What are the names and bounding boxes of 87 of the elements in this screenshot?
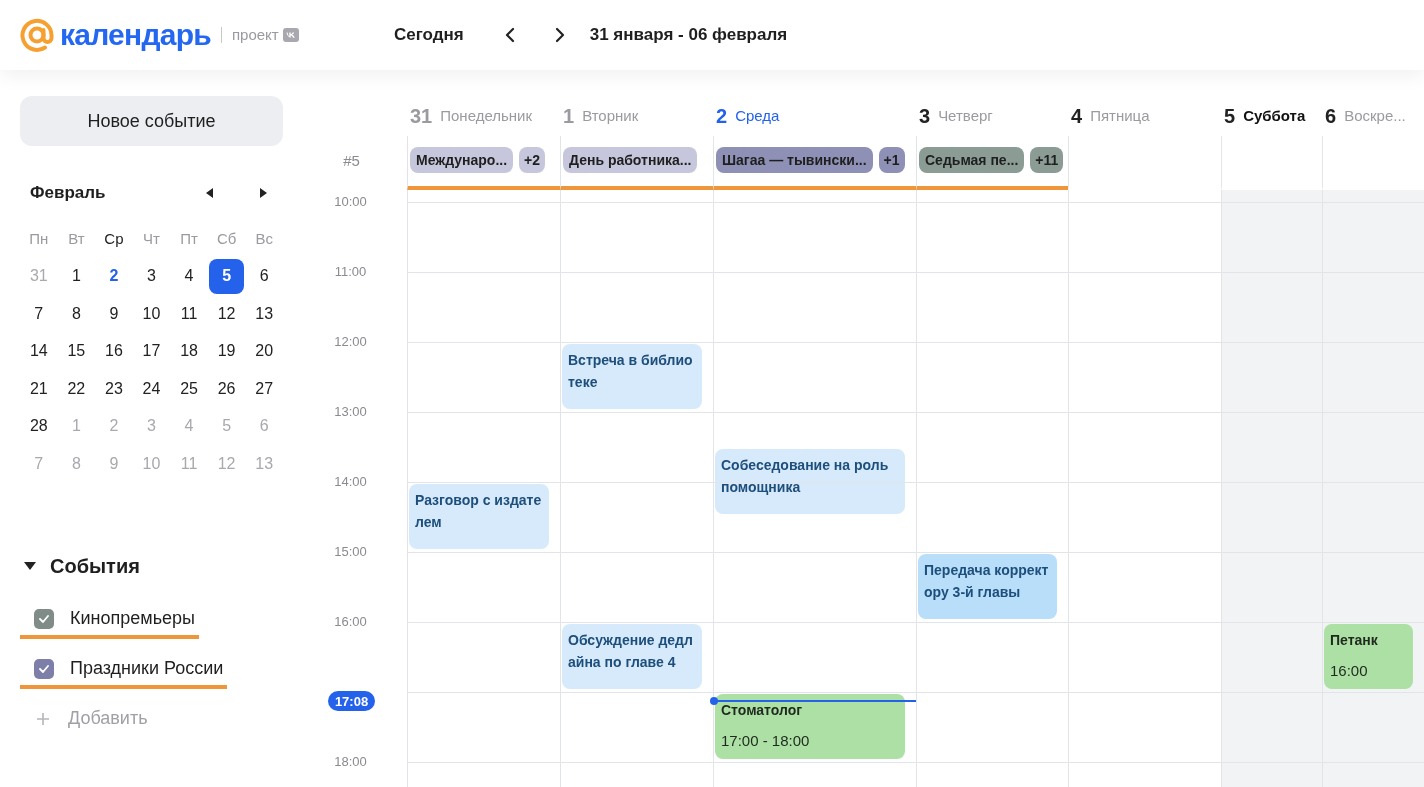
event-card[interactable]: Передача корректору 3-й главы — [918, 554, 1057, 619]
weekday-label: Вс — [254, 228, 274, 249]
hour-label: 11:00 — [333, 264, 368, 280]
date-cell[interactable]: 17 — [134, 333, 169, 369]
new-event-button[interactable]: Новое событие — [20, 96, 283, 146]
more-events-button[interactable]: +11 — [1030, 147, 1064, 173]
hour-label: 13:00 — [333, 404, 368, 420]
hour-label: 15:00 — [333, 544, 368, 560]
date-cell[interactable]: 21 — [21, 371, 57, 407]
event-card[interactable]: Встреча в библиотеке — [562, 344, 702, 409]
today-button[interactable]: Сегодня — [394, 22, 464, 48]
date-cell[interactable]: 16 — [96, 333, 132, 369]
date-cell[interactable]: 5 — [209, 258, 245, 294]
all-day-event[interactable]: Седьмая пе... — [919, 147, 1025, 173]
weekday-label: Пн — [28, 228, 50, 249]
hour-label: 14:00 — [333, 474, 368, 490]
triangle-left-icon — [206, 188, 214, 198]
date-cell[interactable]: 3 — [134, 258, 169, 294]
checkbox[interactable] — [34, 608, 54, 629]
weekday-label: Сб — [215, 228, 238, 249]
hour-label: 18:00 — [333, 754, 368, 770]
date-range: 31 января - 06 февраля — [589, 24, 788, 47]
section-title: События — [50, 553, 140, 579]
date-cell[interactable]: 24 — [134, 371, 169, 407]
check-icon — [39, 614, 49, 623]
day-name[interactable]: Среда — [735, 104, 780, 128]
calendar-item[interactable]: Праздники России — [20, 652, 228, 689]
date-cell[interactable]: 11 — [171, 296, 207, 332]
date-cell[interactable]: 26 — [209, 371, 245, 407]
calendar-item[interactable]: Кинопремьеры — [20, 602, 199, 639]
at-sign-logo-icon — [20, 18, 54, 52]
checkbox[interactable] — [34, 658, 54, 679]
day-number[interactable]: 3 — [919, 101, 931, 131]
vk-badge-icon — [282, 28, 299, 42]
event-card[interactable]: Обсуждение дедлайна по главе 4 — [562, 624, 702, 689]
all-day-event[interactable]: Шагаа — тывински... — [716, 147, 873, 173]
date-cell[interactable]: 10 — [134, 296, 169, 332]
hour-label: 16:00 — [333, 614, 368, 630]
weekday-label: Чт — [142, 228, 161, 249]
date-cell[interactable]: 13 — [246, 296, 282, 332]
date-cell[interactable]: 15 — [58, 333, 94, 369]
event-card[interactable]: Стоматолог 17:00 - 18:00 — [715, 694, 905, 759]
date-cell[interactable]: 20 — [246, 333, 282, 369]
project-label: проект — [231, 24, 279, 45]
chevron-left-icon — [504, 27, 515, 43]
weekday-label: Пт — [179, 228, 199, 249]
hour-label: 12:00 — [333, 334, 368, 350]
logo-text[interactable]: календарь — [60, 20, 211, 50]
day-number[interactable]: 2 — [716, 101, 728, 131]
day-name[interactable]: Суббота — [1243, 104, 1306, 128]
date-cell[interactable]: 6 — [246, 258, 282, 294]
date-cell[interactable]: 9 — [96, 296, 132, 332]
day-number[interactable]: 5 — [1224, 101, 1236, 131]
date-cell[interactable]: 1 — [58, 258, 94, 294]
week-number: #5 — [343, 151, 360, 171]
weekday-label: Вт — [67, 228, 86, 249]
more-events-button[interactable]: +1 — [878, 147, 905, 173]
date-cell[interactable]: 25 — [171, 371, 207, 407]
event-card[interactable]: Собеседование на роль помощника — [715, 449, 905, 514]
weekday-label: Ср — [103, 228, 125, 249]
all-day-event[interactable]: Междунаро... — [410, 147, 514, 173]
current-time-badge: 17:08 — [328, 691, 375, 712]
plus-icon — [36, 711, 50, 726]
event-card[interactable]: Разговор с издателем — [409, 484, 549, 549]
event-card[interactable]: Петанк 16:00 — [1324, 624, 1413, 689]
date-cell[interactable]: 8 — [58, 296, 94, 332]
hour-label: 10:00 — [333, 194, 368, 210]
date-cell[interactable]: 7 — [21, 296, 57, 332]
date-cell[interactable]: 4 — [171, 258, 207, 294]
date-cell[interactable]: 18 — [171, 333, 207, 369]
date-cell[interactable]: 23 — [96, 371, 132, 407]
date-cell[interactable]: 2 — [96, 258, 132, 294]
month-title: Февраль — [29, 182, 107, 205]
date-cell[interactable]: 22 — [58, 371, 94, 407]
triangle-right-icon — [259, 188, 267, 198]
all-day-event[interactable]: День работника... — [563, 147, 698, 173]
date-cell[interactable]: 19 — [209, 333, 245, 369]
day-number[interactable]: 6 — [1325, 101, 1337, 131]
chevron-right-icon — [554, 27, 565, 43]
more-events-button[interactable]: +2 — [519, 147, 546, 173]
caret-down-icon[interactable] — [24, 561, 36, 570]
date-cell[interactable]: 14 — [21, 333, 57, 369]
date-cell[interactable]: 12 — [209, 296, 245, 332]
check-icon — [39, 664, 49, 673]
date-cell[interactable]: 27 — [246, 371, 282, 407]
day-number[interactable]: 4 — [1071, 101, 1083, 131]
date-cell[interactable]: 28 — [21, 408, 57, 444]
